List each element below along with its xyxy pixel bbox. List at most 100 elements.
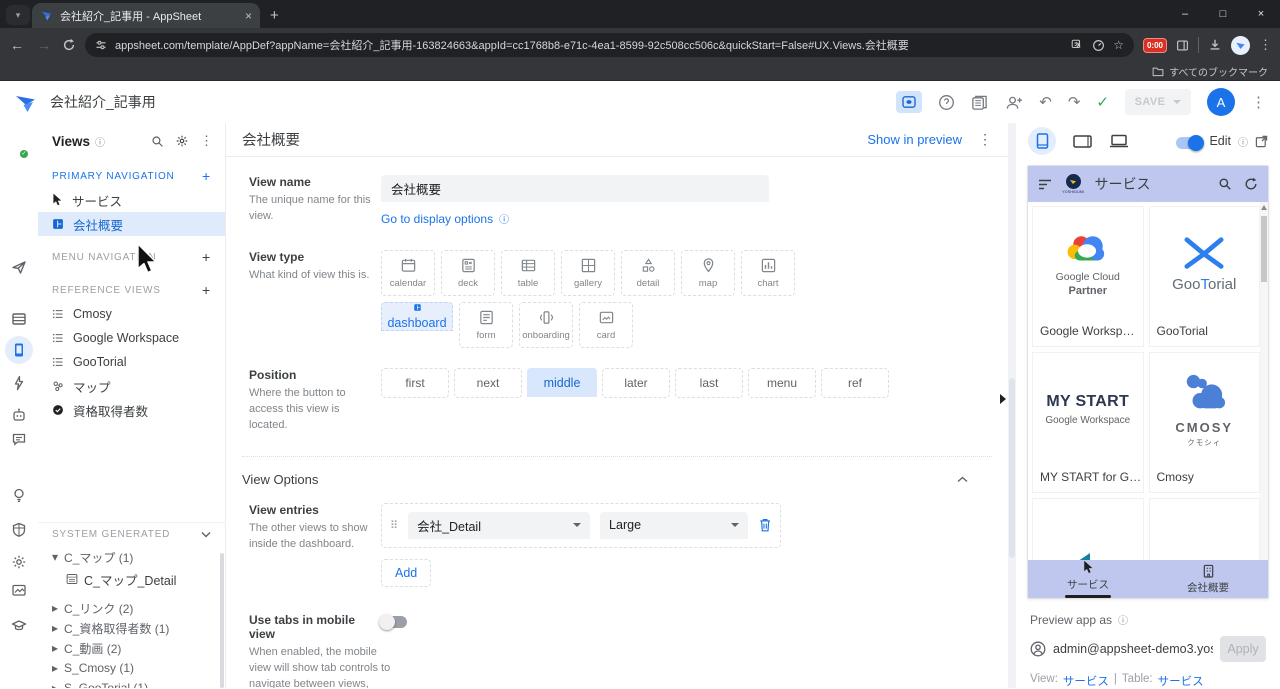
timer-extension-badge[interactable]: 0:00 (1142, 37, 1167, 53)
download-icon[interactable] (1208, 38, 1222, 52)
views-settings-icon[interactable] (175, 134, 189, 148)
position-menu[interactable]: menu (748, 368, 816, 398)
view-type-table[interactable]: table (501, 250, 555, 296)
close-window-button[interactable]: × (1242, 0, 1280, 28)
forward-button[interactable]: → (35, 37, 53, 53)
bookmark-star-icon[interactable]: ☆ (1113, 38, 1124, 52)
position-middle[interactable]: middle (527, 368, 597, 397)
position-last[interactable]: last (675, 368, 743, 398)
redo-icon[interactable]: ↷ (1068, 93, 1081, 111)
view-item-company-overview[interactable]: 会社概要 (38, 212, 225, 236)
view-item-google-workspace[interactable]: Google Workspace (38, 326, 225, 350)
deploy-icon[interactable] (11, 259, 27, 275)
phone-tab-service[interactable]: サービス (1028, 560, 1148, 598)
apply-button[interactable]: Apply (1220, 636, 1266, 662)
view-type-calendar[interactable]: calendar (381, 250, 435, 296)
chevron-down-icon[interactable] (201, 531, 211, 538)
help-icon[interactable] (938, 94, 955, 111)
panel-divider-scrollbar[interactable] (1008, 123, 1016, 688)
view-type-deck[interactable]: deck (441, 250, 495, 296)
views-menu-icon[interactable]: ⋮ (200, 133, 213, 149)
info-icon[interactable]: ⓘ (499, 211, 509, 226)
gallery-card-google-workspace[interactable]: Google Cloud Partner Google Worksp… (1033, 207, 1143, 346)
add-entry-button[interactable]: Add (381, 558, 432, 587)
position-later[interactable]: later (602, 368, 670, 398)
side-panel-icon[interactable] (1176, 39, 1189, 52)
bot-icon[interactable] (11, 407, 27, 423)
intelligence-icon[interactable] (11, 487, 27, 503)
collapse-panel-chevron-icon[interactable] (1000, 394, 1006, 404)
refresh-icon[interactable] (1244, 177, 1258, 191)
position-next[interactable]: next (454, 368, 522, 398)
gallery-card-mystart[interactable]: MY START Google Workspace MY START for G… (1033, 353, 1143, 492)
learn-icon[interactable] (11, 618, 27, 634)
url-bar[interactable]: appsheet.com/template/AppDef?appName=会社紹… (85, 33, 1134, 57)
search-icon[interactable] (1218, 177, 1232, 191)
view-type-chart[interactable]: chart (741, 250, 795, 296)
ux-views-icon[interactable] (11, 342, 27, 358)
system-group-s-cmosy[interactable]: ▸ S_Cmosy (1) (38, 658, 225, 678)
info-icon[interactable]: ⓘ (95, 134, 105, 149)
search-icon[interactable] (151, 135, 164, 148)
security-icon[interactable] (11, 522, 27, 538)
phone-scrollbar-thumb[interactable] (1261, 216, 1267, 282)
reload-button[interactable] (62, 38, 76, 52)
info-icon[interactable]: ⓘ (1238, 134, 1248, 149)
back-button[interactable]: ← (8, 37, 26, 53)
save-caret-icon[interactable] (1173, 100, 1182, 104)
add-reference-view-button[interactable]: + (202, 282, 211, 298)
device-desktop-button[interactable] (1109, 134, 1129, 148)
sort-menu-icon[interactable] (1038, 179, 1052, 190)
entry-view-select[interactable]: 会社_Detail (408, 511, 591, 539)
position-first[interactable]: first (381, 368, 449, 398)
translate-icon[interactable] (1071, 39, 1084, 52)
view-type-map[interactable]: map (681, 250, 735, 296)
copy-app-icon[interactable] (971, 94, 988, 111)
editor-menu-icon[interactable]: ⋮ (978, 131, 992, 148)
footer-table-link[interactable]: サービス (1158, 673, 1204, 689)
system-group-s-gootorial[interactable]: ▸ S_GooTorial (1) (38, 678, 225, 688)
user-avatar[interactable]: A (1207, 88, 1235, 116)
view-type-gallery[interactable]: gallery (561, 250, 615, 296)
header-menu-icon[interactable]: ⋮ (1251, 93, 1266, 111)
profile-avatar[interactable] (1231, 35, 1250, 55)
minimize-button[interactable]: – (1166, 0, 1204, 28)
scroll-up-arrow-icon[interactable] (1261, 205, 1267, 210)
phone-tab-company[interactable]: 会社概要 (1148, 560, 1268, 598)
undo-icon[interactable]: ↶ (1039, 93, 1052, 111)
view-type-onboarding[interactable]: onboarding (519, 302, 573, 348)
add-primary-view-button[interactable]: + (202, 168, 211, 184)
position-ref[interactable]: ref (821, 368, 889, 398)
open-in-new-icon[interactable] (1255, 135, 1268, 148)
go-to-display-options-link[interactable]: Go to display options ⓘ (381, 211, 992, 227)
system-group-map[interactable]: ▾ C_マップ (1) (38, 547, 225, 567)
view-options-header[interactable]: View Options (226, 457, 1008, 503)
view-item-map[interactable]: マップ (38, 374, 225, 398)
preview-app-button[interactable] (896, 91, 923, 113)
show-in-preview-link[interactable]: Show in preview (867, 132, 962, 147)
system-group-cert[interactable]: ▸ C_資格取得者数 (1) (38, 618, 225, 638)
chat-icon[interactable] (11, 431, 27, 447)
device-phone-button[interactable] (1028, 127, 1056, 155)
view-item-certifications[interactable]: 資格取得者数 (38, 398, 225, 422)
add-menu-view-button[interactable]: + (202, 249, 211, 265)
preview-email-input[interactable]: admin@appsheet-demo3.yoshid (1053, 642, 1213, 656)
browser-menu-icon[interactable]: ⋮ (1259, 37, 1272, 53)
view-name-input[interactable]: 会社概要 (381, 175, 769, 202)
share-add-user-icon[interactable] (1004, 95, 1023, 110)
gallery-card-gootorial[interactable]: GooTorial GooTorial (1149, 207, 1259, 346)
maximize-button[interactable]: □ (1204, 0, 1242, 28)
chevron-up-icon[interactable] (957, 476, 968, 483)
site-settings-icon[interactable] (95, 39, 107, 51)
automation-icon[interactable] (11, 375, 27, 391)
system-view-map-detail[interactable]: C_マップ_Detail (38, 569, 225, 589)
views-scrollbar[interactable] (220, 553, 224, 688)
view-type-form[interactable]: form (459, 302, 513, 348)
system-group-link[interactable]: ▸ C_リンク (2) (38, 598, 225, 618)
edit-mode-toggle[interactable] (1176, 134, 1205, 151)
manage-icon[interactable] (11, 582, 27, 598)
delete-entry-icon[interactable] (758, 517, 772, 533)
view-type-detail[interactable]: detail (621, 250, 675, 296)
save-button[interactable]: SAVE (1125, 89, 1191, 115)
system-group-video[interactable]: ▸ C_動画 (2) (38, 638, 225, 658)
